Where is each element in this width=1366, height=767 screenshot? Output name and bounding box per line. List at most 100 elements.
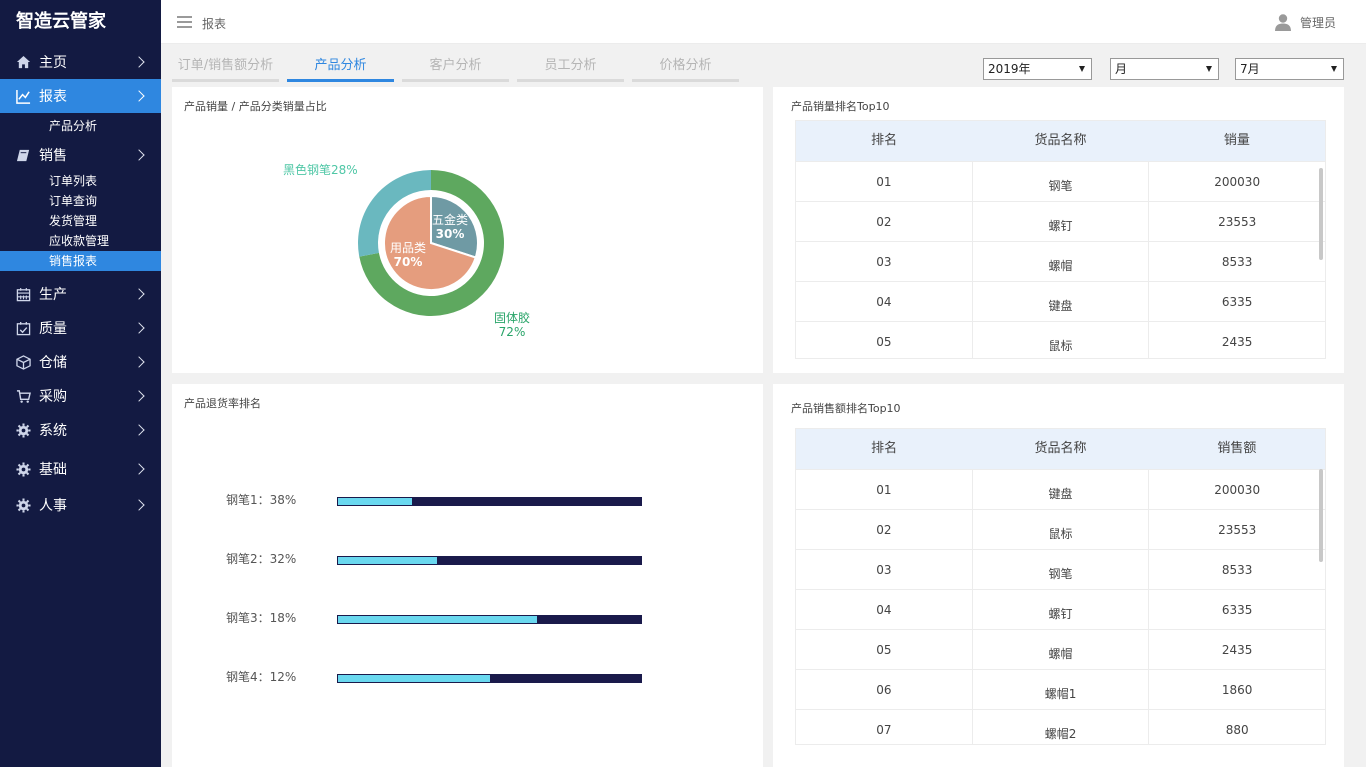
period-select[interactable]: 月 — [1110, 58, 1219, 80]
chevron-right-icon — [133, 149, 145, 161]
gear-icon — [15, 422, 31, 438]
tab-order-sales[interactable]: 订单/销售额分析 — [172, 55, 279, 82]
tab-customer[interactable]: 客户分析 — [402, 55, 509, 82]
rank-cell: 05 — [796, 322, 973, 358]
sidebar-item-system[interactable]: 系统 — [0, 413, 161, 447]
inner-label-supplies: 用品类 70% — [390, 241, 427, 269]
sidebar-item-label: 生产 — [39, 287, 67, 303]
table-row[interactable]: 04 键盘 6335 — [796, 281, 1325, 321]
year-select[interactable]: 2019年 — [983, 58, 1092, 80]
return-rate-bar-fill — [337, 556, 438, 565]
rank-cell: 07 — [796, 710, 973, 744]
table-row[interactable]: 03 钢笔 8533 — [796, 549, 1325, 589]
return-rate-bar — [337, 497, 642, 506]
table-row[interactable]: 06 螺帽1 1860 — [796, 669, 1325, 709]
return-rate-bar — [337, 615, 642, 624]
tab-product[interactable]: 产品分析 — [287, 55, 394, 82]
sidebar-item-label: 仓储 — [39, 355, 67, 371]
top10-sales-panel: 产品销量排名Top10 排名 货品名称 销量 01 钢笔 200030 02 螺钉 235… — [773, 87, 1344, 373]
rank-cell: 04 — [796, 590, 973, 629]
menu-toggle-icon[interactable] — [177, 16, 192, 28]
sidebar-subitem-sales-report[interactable]: 销售报表 — [0, 251, 161, 271]
return-rate-bar — [337, 556, 642, 565]
sidebar-subitem-shipping[interactable]: 发货管理 — [0, 211, 161, 231]
product-name-cell: 螺钉 — [973, 590, 1150, 629]
period-select-value: 月 — [1115, 62, 1128, 76]
product-name-cell: 螺帽1 — [973, 670, 1150, 709]
sidebar-item-quality[interactable]: 质量 — [0, 311, 161, 345]
chevron-right-icon — [133, 463, 145, 475]
return-rate-label: 钢笔1：38% — [226, 493, 297, 507]
chevron-right-icon — [133, 90, 145, 102]
table-row[interactable]: 02 鼠标 23553 — [796, 509, 1325, 549]
tab-price[interactable]: 价格分析 — [632, 55, 739, 82]
outer-label-black-pen: 黑色钢笔28% — [283, 163, 358, 177]
sidebar-item-warehouse[interactable]: 仓储 — [0, 345, 161, 379]
return-rate-label: 钢笔3：18% — [226, 611, 297, 625]
table-row[interactable]: 04 螺钉 6335 — [796, 589, 1325, 629]
sidebar-item-sales[interactable]: 销售 — [0, 141, 161, 169]
sidebar: 智造云管家 主页 报表 产品分析 销售 订单列表 订单查询 发货管理 应收款管理… — [0, 0, 161, 767]
value-cell: 200030 — [1214, 175, 1261, 189]
table-scrollbar[interactable] — [1319, 168, 1323, 260]
year-select-value: 2019年 — [988, 62, 1031, 76]
product-name-cell: 钢笔 — [973, 162, 1150, 201]
value-cell: 2435 — [1221, 643, 1253, 657]
sidebar-item-home[interactable]: 主页 — [0, 45, 161, 79]
month-select-value: 7月 — [1240, 62, 1260, 76]
product-name-cell: 钢笔 — [973, 550, 1150, 589]
sidebar-item-hr[interactable]: 人事 — [0, 488, 161, 522]
sidebar-item-basic[interactable]: 基础 — [0, 452, 161, 486]
return-rate-bar-fill — [337, 497, 414, 506]
column-header: 货品名称 — [1034, 133, 1087, 148]
rank-cell: 01 — [796, 470, 973, 509]
product-name-cell: 鼠标 — [973, 510, 1150, 549]
gear-icon — [15, 497, 31, 513]
panel-title: 产品销量排名Top10 — [791, 100, 890, 113]
analysis-tabs: 订单/销售额分析 产品分析 客户分析 员工分析 价格分析 — [172, 55, 747, 82]
user-menu[interactable]: 管理员 — [1274, 13, 1336, 31]
value-cell: 23553 — [1218, 215, 1257, 229]
sidebar-item-label: 主页 — [39, 55, 67, 71]
top10-sales-table: 排名 货品名称 销量 01 钢笔 200030 02 螺钉 23553 03 螺帽 8533 04… — [795, 120, 1326, 359]
tab-employee[interactable]: 员工分析 — [517, 55, 624, 82]
product-name-cell: 螺帽2 — [973, 710, 1150, 744]
column-header: 排名 — [871, 441, 898, 456]
home-icon — [15, 54, 31, 70]
table-row[interactable]: 05 螺帽 2435 — [796, 629, 1325, 669]
sidebar-subitem-receivables[interactable]: 应收款管理 — [0, 231, 161, 251]
table-row[interactable]: 05 鼠标 2435 — [796, 321, 1325, 358]
rank-cell: 02 — [796, 202, 973, 241]
table-row[interactable]: 01 钢笔 200030 — [796, 161, 1325, 201]
sidebar-item-purchase[interactable]: 采购 — [0, 379, 161, 413]
panel-title: 产品退货率排名 — [184, 397, 261, 410]
sidebar-item-production[interactable]: 生产 — [0, 277, 161, 311]
rank-cell: 03 — [796, 242, 973, 281]
sidebar-subitem-order-query[interactable]: 订单查询 — [0, 191, 161, 211]
sidebar-item-label: 人事 — [39, 498, 67, 514]
value-cell: 880 — [1225, 723, 1249, 737]
product-name-cell: 螺钉 — [973, 202, 1150, 241]
sidebar-item-reports[interactable]: 报表 — [0, 79, 161, 113]
sidebar-subitem-order-list[interactable]: 订单列表 — [0, 171, 161, 191]
return-rate-bar-fill — [337, 615, 539, 624]
table-row[interactable]: 07 螺帽2 880 — [796, 709, 1325, 744]
column-header: 销量 — [1223, 133, 1250, 148]
table-row[interactable]: 01 键盘 200030 — [796, 469, 1325, 509]
rank-cell: 01 — [796, 162, 973, 201]
panel-title: 产品销售额排名Top10 — [791, 402, 901, 415]
return-rate-label: 钢笔2：32% — [226, 552, 297, 566]
caret-down-icon — [1079, 66, 1085, 72]
table-scrollbar[interactable] — [1319, 469, 1323, 562]
product-name-cell: 键盘 — [973, 470, 1150, 509]
table-row[interactable]: 03 螺帽 8533 — [796, 241, 1325, 281]
return-rate-bar-fill — [337, 674, 492, 683]
rank-cell: 05 — [796, 630, 973, 669]
value-cell: 2435 — [1221, 335, 1253, 349]
month-select[interactable]: 7月 — [1235, 58, 1344, 80]
caret-down-icon — [1206, 66, 1212, 72]
sidebar-subitem-product-analysis[interactable]: 产品分析 — [0, 116, 161, 136]
table-row[interactable]: 02 螺钉 23553 — [796, 201, 1325, 241]
outer-label-glue: 固体胶 72% — [494, 311, 531, 339]
value-cell: 6335 — [1221, 603, 1253, 617]
